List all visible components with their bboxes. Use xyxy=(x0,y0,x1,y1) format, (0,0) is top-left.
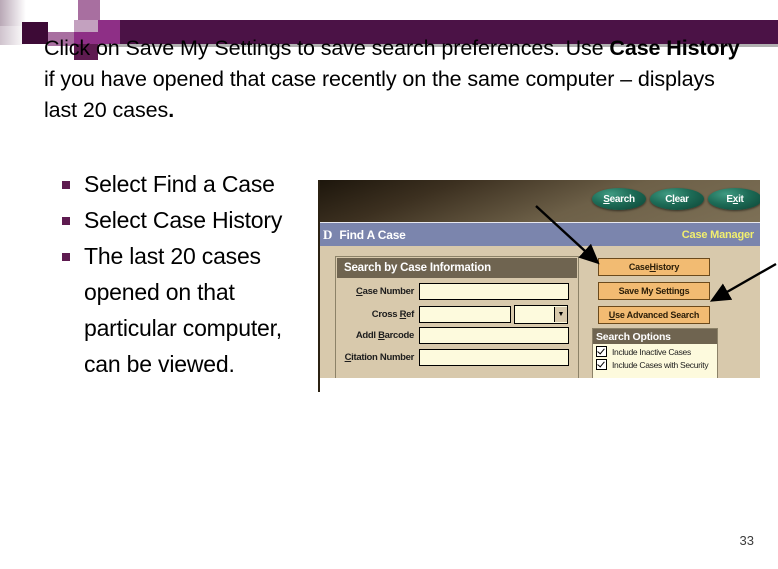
app-body: Search by Case Information Case Number C… xyxy=(320,246,760,392)
page-title: Find A Case xyxy=(339,228,406,242)
checkbox-label: Include Cases with Security xyxy=(612,359,709,370)
addl-barcode-label-pre: Addl xyxy=(355,330,379,341)
group-header-label: Search by Case Information xyxy=(337,258,577,278)
checkbox-icon[interactable] xyxy=(596,359,607,370)
bullet-square-icon xyxy=(62,253,70,261)
embedded-app-screenshot: Search Cl ear Ex it D Find A Case Case Man… xyxy=(318,180,760,392)
header-text-part-1: Click on Save My Settings to save search… xyxy=(44,36,610,60)
checkbox-row-include-cases-with-security[interactable]: Include Cases with Security xyxy=(596,359,717,370)
cross-ref-type-select[interactable]: ▼ xyxy=(514,305,568,324)
field-row-case-number: Case Number xyxy=(342,283,569,300)
case-history-post: istory xyxy=(655,262,680,272)
cross-ref-label: Cross Ref xyxy=(342,309,414,320)
clear-button-pre: C xyxy=(665,193,673,205)
checkbox-icon[interactable] xyxy=(596,346,607,357)
field-row-addl-barcode: Addl Barcode xyxy=(342,327,569,344)
search-options-header: Search Options xyxy=(593,329,717,344)
field-row-cross-ref: Cross Ref ▼ xyxy=(342,305,568,324)
search-button-post: earch xyxy=(609,193,635,205)
use-advanced-search-post: se Advanced Search xyxy=(615,310,700,320)
page-number: 33 xyxy=(739,533,754,548)
case-history-pre: Case xyxy=(628,262,650,272)
cross-ref-label-pre: Cross xyxy=(371,309,400,320)
exit-button[interactable]: Ex it xyxy=(708,188,760,210)
header-text-period: . xyxy=(168,98,175,122)
list-item: The last 20 cases opened on that particu… xyxy=(62,238,312,382)
addl-barcode-label-post: arcode xyxy=(384,330,415,341)
use-advanced-search-button[interactable]: Use Advanced Search xyxy=(598,306,710,324)
checkbox-row-include-inactive-cases[interactable]: Include Inactive Cases xyxy=(596,346,717,357)
decor-square xyxy=(78,0,100,20)
list-item: Select Case History xyxy=(62,202,312,238)
citation-number-label-post: itation Number xyxy=(351,352,414,363)
case-number-input[interactable] xyxy=(419,283,569,300)
decor-square xyxy=(74,20,98,32)
save-my-settings-label: Save My Settings xyxy=(618,286,690,296)
search-options-group: Search Options Include Inactive Cases In… xyxy=(592,328,718,380)
case-history-button[interactable]: Case History xyxy=(598,258,710,276)
clear-button[interactable]: Cl ear xyxy=(650,188,704,210)
addl-barcode-input[interactable] xyxy=(419,327,569,344)
header-text-part-2: if you have opened that case recently on… xyxy=(44,67,715,122)
citation-number-input[interactable] xyxy=(419,349,569,366)
bullet-square-icon xyxy=(62,217,70,225)
list-item-label: Select Case History xyxy=(84,207,283,233)
cross-ref-label-post: ef xyxy=(406,309,414,320)
field-row-citation-number: Citation Number xyxy=(342,349,569,366)
module-label: Case Manager xyxy=(681,229,754,241)
slide-header-text: Click on Save My Settings to save search… xyxy=(44,33,744,126)
save-my-settings-button[interactable]: Save My Settings xyxy=(598,282,710,300)
bullet-list: Select Find a Case Select Case History T… xyxy=(62,166,312,382)
exit-button-post: it xyxy=(738,193,744,205)
checkbox-label: Include Inactive Cases xyxy=(612,346,691,357)
chevron-down-icon[interactable]: ▼ xyxy=(554,307,567,322)
screenshot-crop-edge xyxy=(320,378,760,392)
bullet-square-icon xyxy=(62,181,70,189)
addl-barcode-label: Addl Barcode xyxy=(342,330,414,341)
decor-square xyxy=(100,0,120,20)
document-icon: D xyxy=(323,227,333,242)
list-item: Select Find a Case xyxy=(62,166,312,202)
case-number-label: Case Number xyxy=(342,286,414,297)
app-titlebar: D Find A Case Case Manager xyxy=(320,222,760,248)
search-by-case-information-group: Search by Case Information Case Number C… xyxy=(335,256,579,380)
header-text-bold-case-history: Case History xyxy=(609,36,740,60)
clear-button-post: ear xyxy=(674,193,689,205)
list-item-label: The last 20 cases opened on that particu… xyxy=(84,243,282,377)
search-button[interactable]: Search xyxy=(592,188,646,210)
citation-number-label: Citation Number xyxy=(342,352,415,363)
cross-ref-input[interactable] xyxy=(419,306,511,323)
app-toolbar: Search Cl ear Ex it xyxy=(320,180,760,222)
list-item-label: Select Find a Case xyxy=(84,171,275,197)
case-number-label-post: ase Number xyxy=(362,286,415,297)
